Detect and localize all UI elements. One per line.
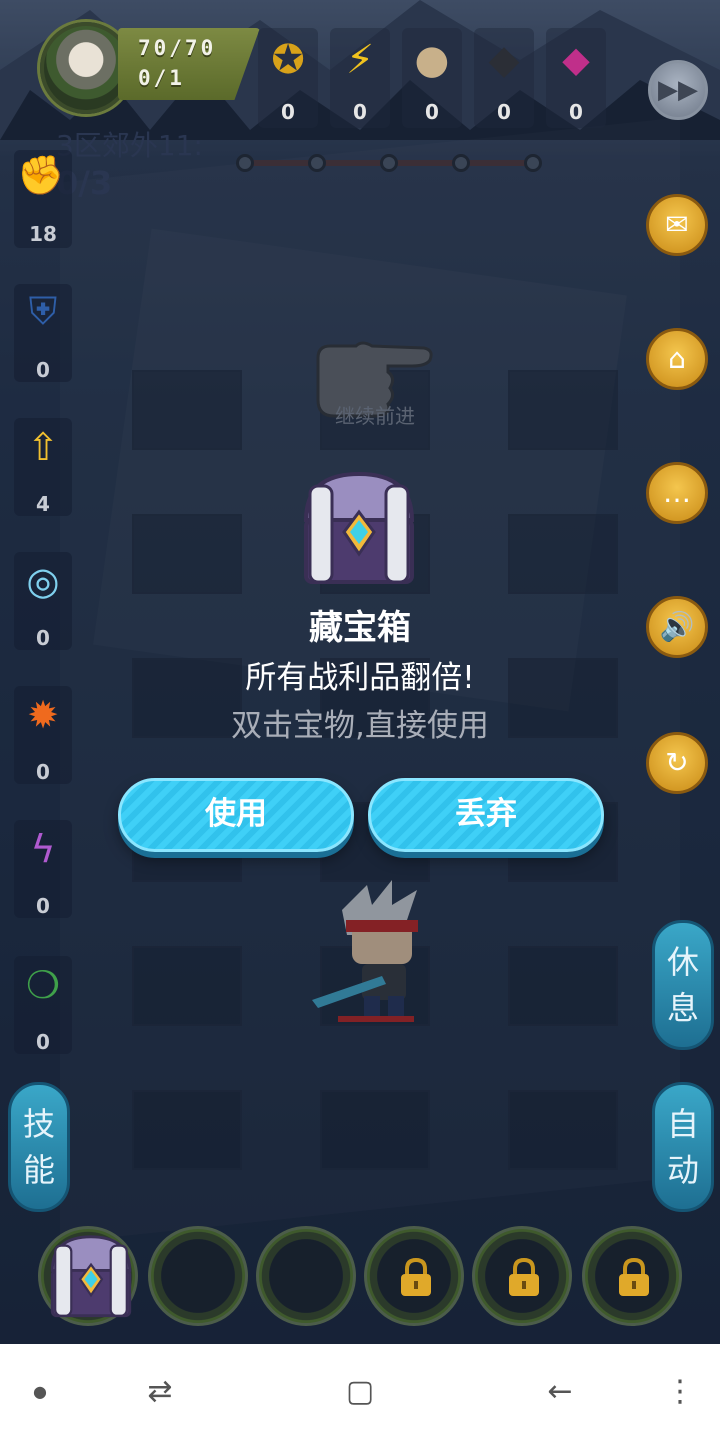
shield-count: 0 [36, 358, 50, 382]
dot-icon[interactable]: ● [0, 1344, 80, 1440]
rune-count: 0 [36, 894, 50, 918]
lightning-icon: ⚡ [345, 37, 375, 83]
stone-icon: ● [414, 37, 450, 83]
switch-icon[interactable]: ⇄ [120, 1344, 200, 1440]
menu-icon[interactable]: ⋮ [640, 1344, 720, 1440]
rest-label-1: 休 [666, 943, 699, 981]
skill-label-1: 技 [22, 1105, 55, 1143]
crystal-value: 0 [569, 100, 583, 124]
popup-hint: 双击宝物,直接使用 [231, 708, 489, 744]
chat-icon[interactable]: … [646, 462, 708, 524]
game-screen: 继续前进 70/70 0/1 ✪ 0 ⚡ 0 ● 0 ◆ 0 ⬥ 0 ▶▶ 3区… [0, 0, 720, 1344]
auto-label-1: 自 [666, 1105, 699, 1143]
lock-icon [619, 1257, 649, 1296]
bottom-slot-chest[interactable] [38, 1226, 138, 1326]
home-icon[interactable]: ⌂ [646, 328, 708, 390]
auto-label-2: 动 [666, 1151, 699, 1189]
fire-arrow-count: 4 [36, 492, 50, 516]
back-icon[interactable]: ← [520, 1344, 600, 1440]
stage-node [380, 154, 398, 172]
treasure-chest-icon [303, 471, 415, 584]
hp-value: 70/70 [138, 36, 217, 60]
rest-label-2: 息 [666, 989, 699, 1027]
bottom-slot-empty[interactable] [256, 1226, 356, 1326]
bottom-slot-locked[interactable] [472, 1226, 572, 1326]
crystal-icon: ⬥ [562, 37, 590, 83]
fast-forward-icon[interactable]: ▶▶ [648, 60, 708, 120]
discard-button[interactable]: 丢弃 [368, 778, 604, 852]
shield-icon: ⛨ [28, 289, 58, 333]
bottom-slot-locked[interactable] [364, 1226, 464, 1326]
bottom-slot-locked[interactable] [582, 1226, 682, 1326]
fire-count: 0 [36, 760, 50, 784]
fire-arrow-icon: ⇧ [27, 425, 59, 469]
ring-count: 0 [36, 1030, 50, 1054]
popup-title: 藏宝箱 [309, 608, 411, 648]
gold-coin-icon: ✪ [271, 37, 305, 83]
use-button[interactable]: 使用 [118, 778, 354, 852]
stage-node [524, 154, 542, 172]
stage-node [452, 154, 470, 172]
rest-button[interactable]: 休 息 [652, 920, 714, 1050]
bottom-slot-empty[interactable] [148, 1226, 248, 1326]
lock-icon [401, 1257, 431, 1296]
stage-node [308, 154, 326, 172]
skill-label-2: 能 [22, 1151, 55, 1189]
energy-value: 0 [353, 100, 367, 124]
mail-icon[interactable]: ✉ [646, 194, 708, 256]
stage-node [236, 154, 254, 172]
lock-icon [509, 1257, 539, 1296]
small-treasure-chest-icon [50, 1235, 132, 1318]
auto-button[interactable]: 自 动 [652, 1082, 714, 1212]
green-ring-icon: ❍ [25, 963, 61, 1007]
purple-rune-icon: ϟ [30, 827, 56, 871]
level-name: 3区郊外11: [56, 129, 203, 162]
popup-subtitle: 所有战利品翻倍! [245, 660, 475, 696]
skill-button[interactable]: 技 能 [8, 1082, 70, 1212]
gold-value: 0 [281, 100, 295, 124]
stone-value: 0 [425, 100, 439, 124]
home-square-icon[interactable]: ▢ [320, 1344, 400, 1440]
fist-icon: ✊ [17, 153, 65, 197]
mana-value: 0/1 [138, 66, 185, 90]
ore-value: 0 [497, 100, 511, 124]
system-navigation-bar: ● ⇄ ▢ ← ⋮ [0, 1344, 720, 1440]
fist-count: 18 [29, 222, 57, 246]
ore-icon: ◆ [488, 37, 520, 83]
